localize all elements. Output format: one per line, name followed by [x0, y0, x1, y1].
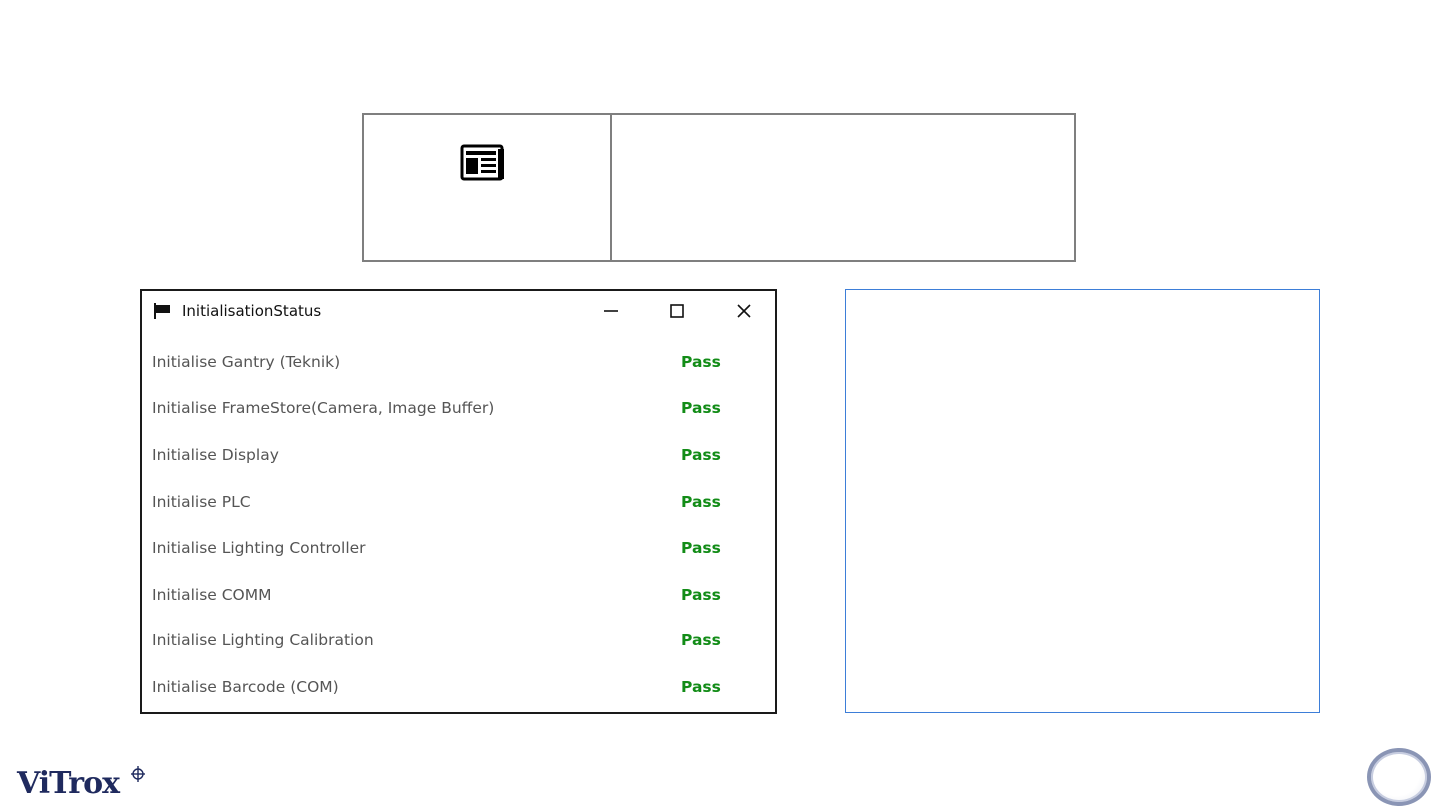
circle-button[interactable]	[1367, 748, 1431, 806]
top-table-icon-cell	[364, 115, 612, 260]
top-table	[362, 113, 1076, 262]
status-row-label: Initialise Barcode (COM)	[152, 678, 339, 696]
status-row-lighting-calibration: Initialise Lighting Calibration Pass	[152, 627, 732, 655]
close-icon	[737, 304, 751, 318]
crosshair-icon	[131, 766, 145, 782]
empty-panel	[845, 289, 1320, 713]
status-row-label: Initialise Lighting Controller	[152, 539, 366, 557]
status-row-label: Initialise FrameStore(Camera, Image Buff…	[152, 399, 495, 417]
status-row-label: Initialise COMM	[152, 586, 272, 604]
titlebar: InitialisationStatus	[142, 291, 775, 331]
status-row-result: Pass	[681, 631, 721, 649]
status-row-lighting-controller: Initialise Lighting Controller Pass	[152, 535, 732, 563]
status-row-barcode: Initialise Barcode (COM) Pass	[152, 674, 732, 702]
close-button[interactable]	[722, 296, 766, 326]
minimize-button[interactable]	[589, 296, 633, 326]
status-row-result: Pass	[681, 353, 721, 371]
initialisation-status-window: InitialisationStatus Initialise Gantry (…	[140, 289, 777, 714]
maximize-button[interactable]	[655, 296, 699, 326]
status-row-label: Initialise Display	[152, 446, 279, 464]
status-row-result: Pass	[681, 539, 721, 557]
news-icon	[460, 144, 504, 181]
status-row-result: Pass	[681, 586, 721, 604]
status-row-plc: Initialise PLC Pass	[152, 489, 732, 517]
status-row-result: Pass	[681, 399, 721, 417]
status-row-label: Initialise Gantry (Teknik)	[152, 353, 341, 371]
flag-icon	[154, 303, 170, 319]
status-row-result: Pass	[681, 493, 721, 511]
status-row-gantry: Initialise Gantry (Teknik) Pass	[152, 349, 732, 377]
vitrox-logo: ViTrox	[17, 766, 120, 801]
status-row-framestore: Initialise FrameStore(Camera, Image Buff…	[152, 395, 732, 423]
status-row-result: Pass	[681, 678, 721, 696]
status-row-display: Initialise Display Pass	[152, 442, 732, 470]
window-title: InitialisationStatus	[182, 302, 322, 320]
status-row-comm: Initialise COMM Pass	[152, 582, 732, 610]
status-row-label: Initialise PLC	[152, 493, 251, 511]
minimize-icon	[604, 310, 618, 312]
status-row-label: Initialise Lighting Calibration	[152, 631, 374, 649]
maximize-icon	[670, 304, 684, 318]
status-row-result: Pass	[681, 446, 721, 464]
top-table-empty-cell	[612, 115, 1074, 260]
